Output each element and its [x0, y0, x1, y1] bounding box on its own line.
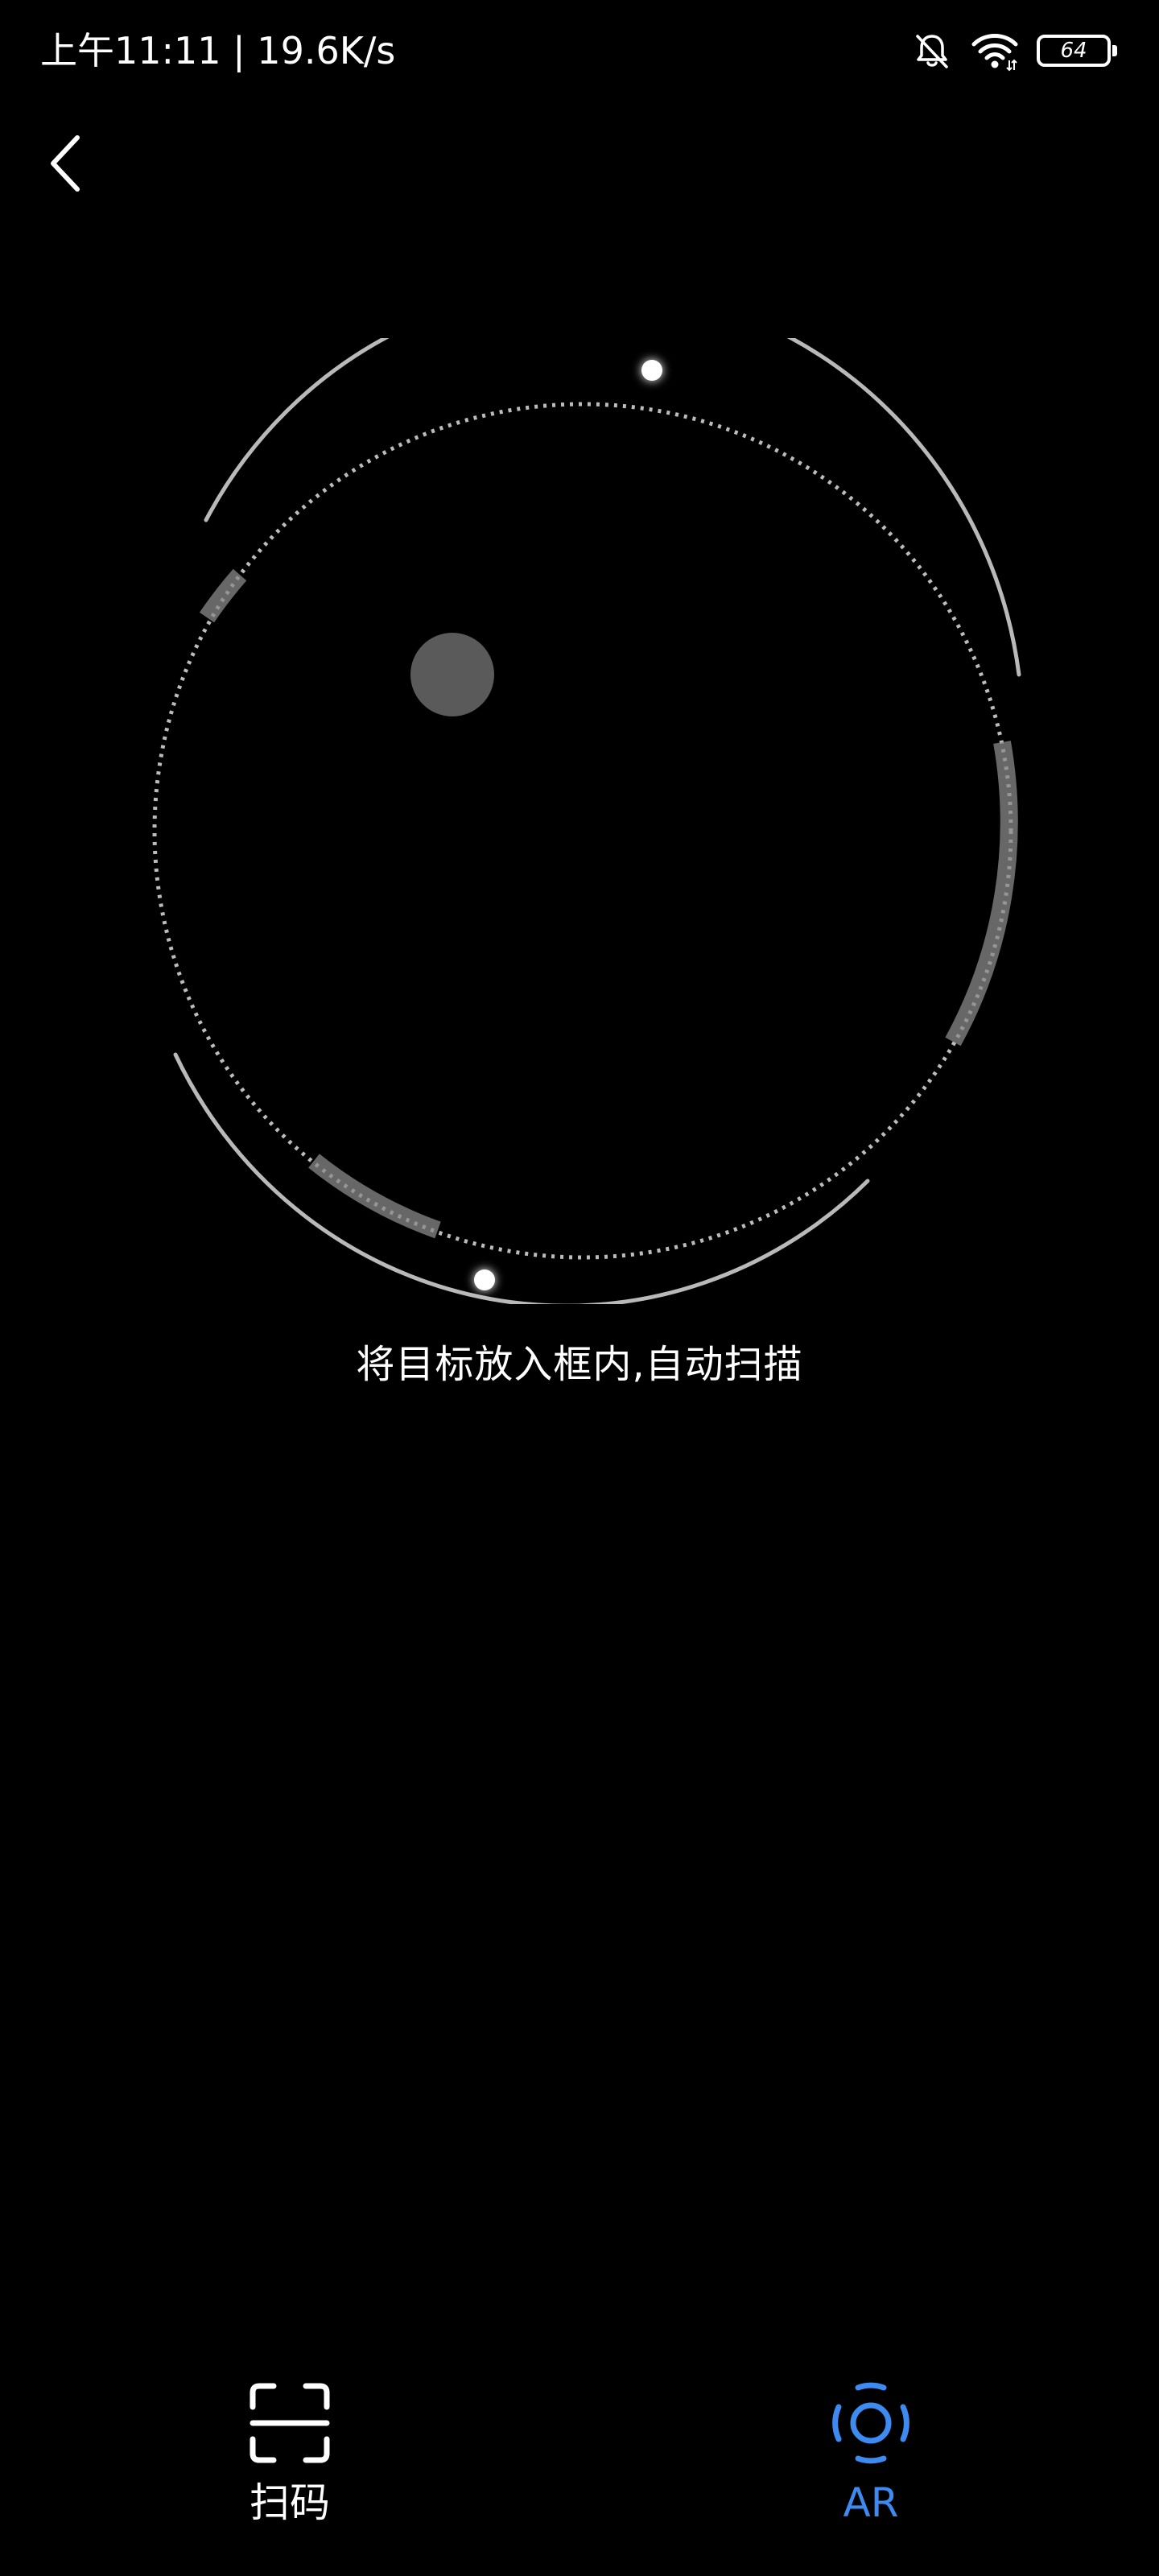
tab-ar-label: AR	[843, 2479, 899, 2526]
battery-icon: 64	[1037, 35, 1117, 67]
status-time: 上午11:11 | 19.6K/s	[40, 29, 396, 72]
focus-dot	[410, 633, 494, 716]
inner-dotted-ring	[152, 402, 1013, 1260]
tab-scan[interactable]: 扫码	[201, 2375, 378, 2536]
wifi-icon	[971, 30, 1019, 72]
outer-ring	[173, 284, 1021, 1308]
ring-nodes	[474, 360, 662, 1290]
scan-frame-icon	[241, 2375, 338, 2471]
arc-segments	[199, 568, 1018, 1239]
back-button[interactable]	[32, 121, 97, 209]
tab-ar[interactable]: AR	[782, 2375, 959, 2536]
tab-scan-label: 扫码	[250, 2479, 330, 2526]
scan-hint: 将目标放入框内,自动扫描	[356, 1342, 803, 1387]
scan-frame	[129, 284, 1030, 1308]
ar-camera-icon	[823, 2375, 919, 2471]
battery-level: 64	[1060, 39, 1087, 63]
status-bar: 上午11:11 | 19.6K/s 64	[0, 0, 1159, 100]
bell-muted-icon	[911, 30, 953, 72]
chevron-left-icon	[47, 133, 82, 197]
status-icons: 64	[911, 24, 1117, 77]
